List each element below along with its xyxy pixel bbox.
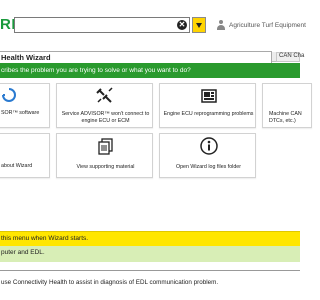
option-card-label: Service ADVISOR™ won't connect to engine…: [61, 111, 150, 124]
chevron-down-icon: [196, 23, 202, 28]
user-name: Agriculture Turf Equipment: [229, 21, 306, 29]
option-card-label: Engine ECU reprogramming problems: [163, 111, 254, 117]
option-card-label: SOR™ software: [1, 110, 40, 116]
tab-health-wizard-label: Health Wizard: [1, 53, 51, 62]
option-card-supporting-material[interactable]: View supporting material: [56, 133, 153, 178]
info-panel: [0, 246, 300, 262]
search-input[interactable]: [14, 17, 190, 33]
option-card-about[interactable]: about Wizard: [0, 133, 50, 178]
option-card-software[interactable]: SOR™ software: [0, 83, 50, 128]
clear-search-icon[interactable]: ✕: [177, 20, 187, 30]
option-card-machine-can[interactable]: Machine CAN DTCs, etc.): [262, 83, 312, 128]
footer-divider: [0, 270, 300, 271]
option-card-label: View supporting material: [76, 164, 135, 170]
tab-can-label: CAN Cha: [279, 53, 305, 59]
documents-icon: [98, 138, 113, 155]
footer-text: use Connectivity Health to assist in dia…: [1, 279, 219, 286]
option-card-label: about Wizard: [1, 163, 33, 169]
option-card-open-log[interactable]: Open Wizard log files folder: [159, 133, 256, 178]
option-card-label: Open Wizard log files folder: [175, 164, 242, 170]
user-account[interactable]: Agriculture Turf Equipment: [216, 18, 306, 32]
question-text: cribes the problem you are trying to sol…: [1, 67, 191, 74]
startup-option-label: this menu when Wizard starts.: [1, 235, 89, 242]
info-panel-text: puter and EDL.: [1, 249, 45, 256]
refresh-icon: [2, 88, 16, 102]
user-icon: [216, 20, 226, 30]
option-card-label: Machine CAN DTCs, etc.): [269, 111, 302, 124]
option-card-no-connect[interactable]: Service ADVISOR™ won't connect to engine…: [56, 83, 153, 128]
option-card-reprogramming[interactable]: Engine ECU reprogramming problems: [159, 83, 256, 128]
ecu-chip-icon: [201, 89, 217, 103]
info-icon: [200, 137, 218, 155]
unplugged-icon: [96, 87, 113, 103]
wizard-options-area: SOR™ software Service ADVISOR™ won't con…: [0, 78, 312, 231]
search-dropdown-button[interactable]: [192, 17, 206, 33]
